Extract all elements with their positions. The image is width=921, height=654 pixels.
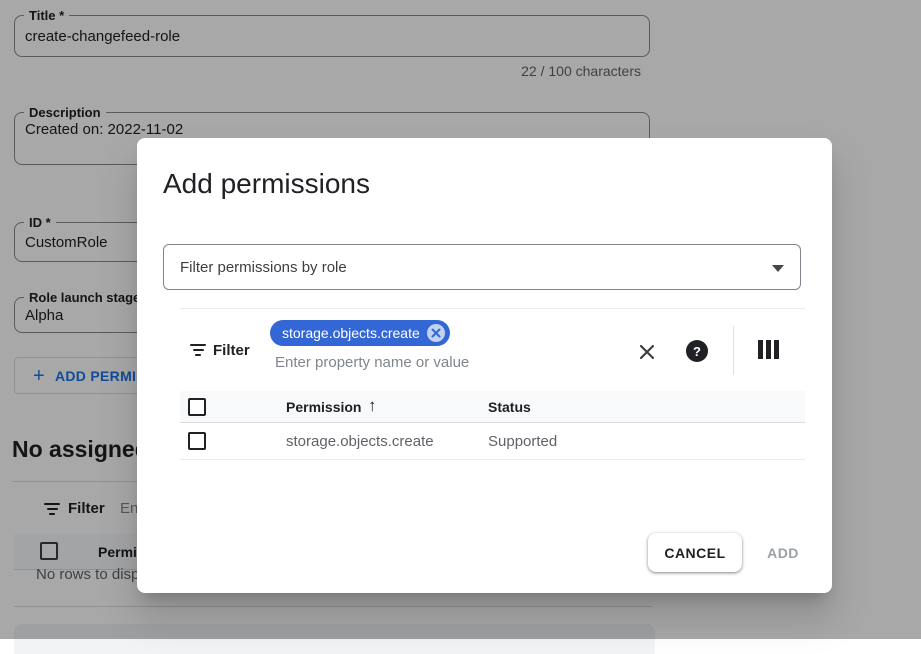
permissions-table: Filter storage.objects.create ? [180, 308, 805, 460]
add-permissions-dialog: Add permissions Filter permissions by ro… [137, 138, 832, 593]
status-column-header[interactable]: Status [488, 399, 531, 415]
chevron-down-icon [772, 265, 784, 272]
filter-chip[interactable]: storage.objects.create [270, 320, 450, 346]
help-button[interactable]: ? [686, 340, 708, 362]
permission-column-header[interactable]: Permission [286, 399, 361, 415]
column-display-options-button[interactable] [756, 339, 780, 359]
filter-icon [190, 344, 206, 356]
table-header-row: Permission ↑ Status [180, 391, 805, 423]
filter-permissions-by-role-select[interactable]: Filter permissions by role [163, 244, 801, 290]
clear-filters-button[interactable] [633, 338, 661, 366]
row-checkbox[interactable] [188, 432, 206, 450]
chip-remove-x-icon [431, 328, 441, 338]
permissions-filter-toolbar: Filter storage.objects.create ? [180, 309, 805, 391]
table-row[interactable]: storage.objects.create Supported [180, 423, 805, 460]
chip-remove-button[interactable] [427, 324, 445, 342]
row-permission-cell: storage.objects.create [286, 433, 434, 450]
row-status-cell: Supported [488, 433, 557, 450]
help-icon: ? [693, 344, 701, 359]
dialog-filter-label: Filter [213, 342, 250, 359]
filter-chip-label: storage.objects.create [282, 325, 420, 341]
dialog-title: Add permissions [163, 168, 370, 200]
role-select-placeholder: Filter permissions by role [180, 259, 347, 276]
filter-input[interactable] [275, 354, 555, 371]
toolbar-divider [733, 326, 734, 375]
columns-icon [758, 340, 763, 359]
cancel-button[interactable]: CANCEL [648, 533, 742, 572]
sort-ascending-icon[interactable]: ↑ [368, 396, 377, 416]
add-button[interactable]: ADD [750, 533, 816, 572]
close-icon [638, 343, 656, 361]
select-all-checkbox[interactable] [188, 398, 206, 416]
